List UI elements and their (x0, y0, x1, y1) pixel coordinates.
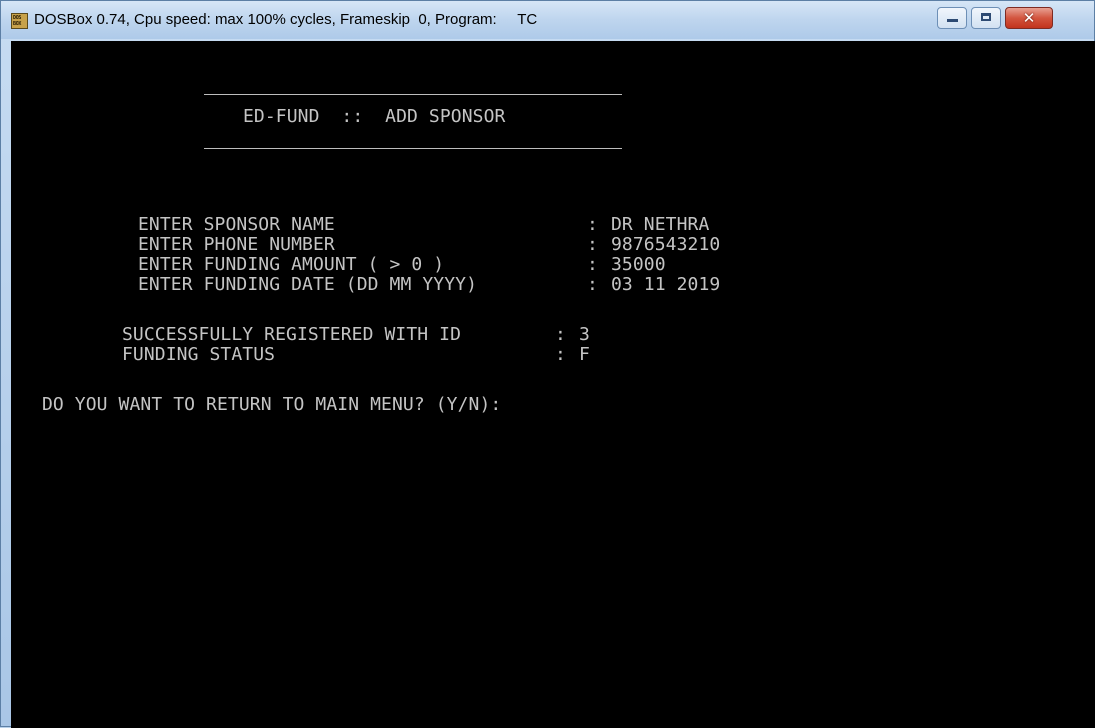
minimize-icon (947, 19, 958, 22)
field-sep-sponsor-name: : (587, 214, 598, 235)
field-label-funding-amount: ENTER FUNDING AMOUNT ( > 0 ) (138, 254, 445, 275)
maximize-icon (981, 13, 991, 21)
result-sep-registered-id: : (555, 324, 566, 345)
header-rule-top (204, 94, 622, 95)
header-title: ED-FUND :: ADD SPONSOR (243, 106, 506, 127)
window-title: DOSBox 0.74, Cpu speed: max 100% cycles,… (34, 11, 538, 28)
result-value-registered-id: 3 (579, 324, 590, 345)
close-icon: ✕ (1022, 9, 1036, 27)
field-sep-funding-amount: : (587, 254, 598, 275)
field-value-funding-amount: 35000 (611, 254, 666, 275)
main-menu-prompt: DO YOU WANT TO RETURN TO MAIN MENU? (Y/N… (42, 394, 502, 415)
field-value-funding-date: 03 11 2019 (611, 274, 721, 295)
field-value-phone-number: 9876543210 (611, 234, 721, 255)
dos-console[interactable]: ED-FUND :: ADD SPONSOR ENTER SPONSOR NAM… (11, 41, 1095, 728)
field-sep-funding-date: : (587, 274, 598, 295)
field-label-sponsor-name: ENTER SPONSOR NAME (138, 214, 335, 235)
dosbox-window: DOS BOX DOSBox 0.74, Cpu speed: max 100%… (0, 0, 1095, 728)
minimize-button[interactable] (937, 7, 967, 29)
app-icon-text-bottom: BOX (13, 21, 22, 27)
result-label-registered-id: SUCCESSFULLY REGISTERED WITH ID (122, 324, 462, 345)
field-label-phone-number: ENTER PHONE NUMBER (138, 234, 335, 255)
close-button[interactable]: ✕ (1005, 7, 1053, 29)
result-label-funding-status: FUNDING STATUS (122, 344, 276, 365)
result-sep-funding-status: : (555, 344, 566, 365)
title-bar[interactable]: DOS BOX DOSBox 0.74, Cpu speed: max 100%… (1, 1, 1094, 39)
maximize-button[interactable] (971, 7, 1001, 29)
field-label-funding-date: ENTER FUNDING DATE (DD MM YYYY) (138, 274, 478, 295)
field-sep-phone-number: : (587, 234, 598, 255)
header-rule-bottom (204, 148, 622, 149)
dosbox-app-icon[interactable]: DOS BOX (11, 13, 28, 29)
result-value-funding-status: F (579, 344, 590, 365)
field-value-sponsor-name: DR NETHRA (611, 214, 710, 235)
